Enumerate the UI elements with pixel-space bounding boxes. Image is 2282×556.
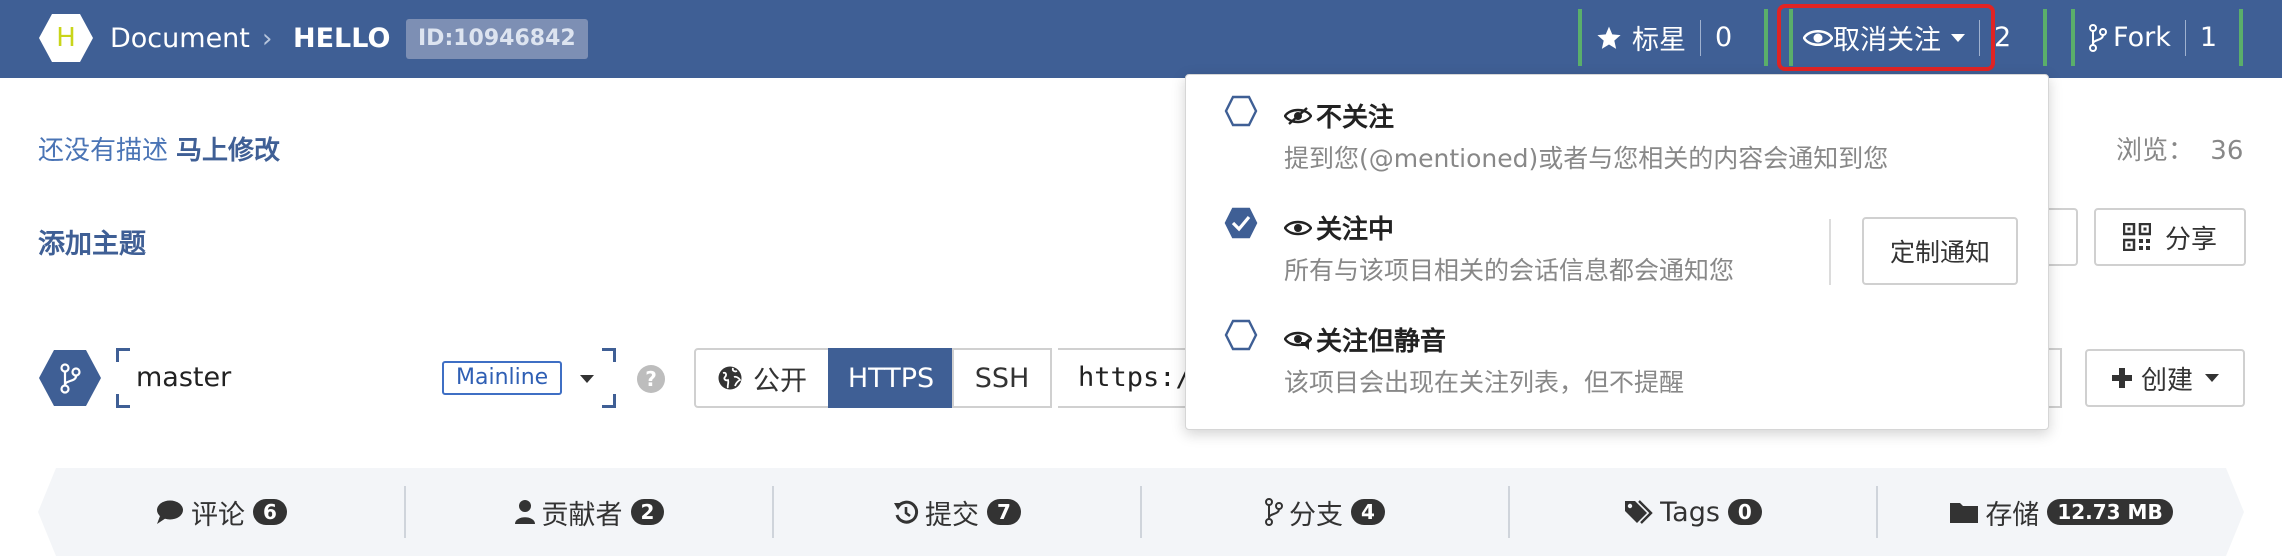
watch-count[interactable]: 2 — [1980, 9, 2025, 66]
history-icon — [893, 499, 919, 525]
stat-label: 存储 — [1985, 499, 2040, 531]
star-count[interactable]: 0 — [1701, 9, 1746, 66]
plus-icon — [2111, 368, 2132, 388]
fork-button[interactable]: Fork 1 — [2071, 9, 2243, 66]
watch-option-title: 不关注 — [1316, 103, 1395, 133]
watch-option-title: 关注中 — [1316, 215, 1395, 245]
https-tab[interactable]: HTTPS — [828, 348, 954, 408]
eye-icon — [1803, 29, 1833, 46]
star-button[interactable]: 标星 0 — [1578, 9, 1768, 66]
stat-count: 7 — [987, 499, 1021, 525]
branch-icon — [1265, 498, 1283, 526]
add-topic-link[interactable]: 添加主题 — [38, 222, 146, 261]
stat-count: 12.73 MB — [2047, 499, 2172, 525]
stat-label: 分支 — [1289, 499, 1344, 531]
comment-icon — [155, 499, 185, 525]
stat-count: 2 — [631, 499, 665, 525]
help-icon[interactable]: ? — [637, 365, 665, 393]
watch-option-unwatch[interactable]: 不关注 提到您(@mentioned)或者与您相关的内容会通知到您 — [1186, 81, 2048, 181]
repo-description: 还没有描述 马上修改 — [38, 130, 280, 167]
folder-icon — [1949, 500, 1979, 524]
public-button[interactable]: 公开 — [694, 348, 830, 408]
radio-hexagon-icon — [1224, 319, 1258, 351]
stat-branches[interactable]: 分支 4 — [1142, 486, 1510, 538]
custom-notification-button[interactable]: 定制通知 — [1862, 217, 2018, 285]
stat-label: 提交 — [925, 499, 980, 531]
watch-option-desc: 所有与该项目相关的会话信息都会通知您 — [1284, 256, 1735, 285]
eye-muted-icon — [1284, 331, 1312, 350]
avatar-letter: H — [56, 23, 76, 53]
edit-description-link[interactable]: 马上修改 — [176, 136, 280, 166]
stat-count: 0 — [1728, 499, 1762, 525]
watch-button[interactable]: 取消关注 2 — [1789, 9, 2047, 66]
tags-icon — [1624, 499, 1654, 525]
stat-tags[interactable]: Tags 0 — [1510, 486, 1878, 538]
views-label: 浏览： — [2116, 136, 2195, 166]
breadcrumb-repo-link[interactable]: HELLO — [293, 0, 390, 78]
eye-icon — [1284, 220, 1312, 235]
repo-stats-bar: 评论 6 贡献者 2 提交 7 分支 4 Tags 0 存储 12.73 MB — [38, 468, 2244, 556]
star-label: 标星 — [1632, 25, 1686, 56]
star-icon — [1597, 26, 1621, 49]
views-count: 36 — [2210, 136, 2244, 166]
dropdown-vertical-divider — [1829, 219, 1831, 285]
create-button[interactable]: 创建 — [2085, 349, 2245, 407]
share-button[interactable]: 分享 — [2094, 208, 2246, 266]
watch-option-desc: 提到您(@mentioned)或者与您相关的内容会通知到您 — [1284, 144, 1889, 173]
stat-label: 评论 — [191, 499, 246, 531]
stat-label: Tags — [1660, 496, 1720, 528]
stat-commits[interactable]: 提交 7 — [774, 486, 1142, 538]
breadcrumb-separator: › — [262, 24, 273, 54]
watch-option-muted[interactable]: 关注但静音 该项目会出现在关注列表，但不提醒 — [1186, 305, 2048, 405]
fork-label: Fork — [2113, 22, 2171, 53]
eye-slash-icon — [1284, 106, 1312, 125]
mainline-badge: Mainline — [442, 361, 563, 395]
branch-selector[interactable]: master Mainline — [116, 348, 616, 408]
watch-option-desc: 该项目会出现在关注列表，但不提醒 — [1284, 368, 1685, 397]
checked-hexagon-icon — [1224, 207, 1258, 239]
fork-count[interactable]: 1 — [2186, 9, 2231, 66]
watch-option-title: 关注但静音 — [1316, 327, 1447, 357]
chevron-down-icon — [2205, 374, 2219, 382]
chevron-down-icon — [1951, 33, 1965, 42]
repo-avatar[interactable]: H — [38, 12, 94, 64]
branch-name: master — [136, 362, 232, 393]
globe-icon — [718, 366, 742, 390]
clone-protocol-group: 公开 HTTPS SSH — [694, 348, 1052, 408]
repo-id-badge: ID:10946842 — [406, 19, 588, 59]
description-empty-text: 还没有描述 — [38, 136, 169, 166]
stat-storage[interactable]: 存储 12.73 MB — [1878, 486, 2244, 538]
create-label: 创建 — [2140, 365, 2193, 396]
stat-label: 贡献者 — [541, 499, 623, 531]
stat-count: 4 — [1351, 499, 1385, 525]
watch-dropdown-menu: 不关注 提到您(@mentioned)或者与您相关的内容会通知到您 关注中 所有… — [1185, 74, 2049, 430]
breadcrumb-owner-link[interactable]: Document — [110, 0, 250, 78]
chevron-down-icon — [580, 375, 594, 383]
stat-contributors[interactable]: 贡献者 2 — [406, 486, 774, 538]
user-icon — [514, 499, 536, 525]
share-label: 分享 — [2164, 224, 2217, 255]
stat-count: 6 — [253, 499, 287, 525]
view-count: 浏览： 36 — [2116, 130, 2243, 167]
stat-comments[interactable]: 评论 6 — [38, 486, 406, 538]
watch-label: 取消关注 — [1833, 25, 1941, 56]
top-header: H Document › HELLO ID:10946842 标星 0 取消关注… — [0, 0, 2282, 78]
public-label: 公开 — [753, 365, 807, 397]
radio-hexagon-icon — [1224, 95, 1258, 127]
ssh-tab[interactable]: SSH — [952, 348, 1052, 408]
fork-icon — [2089, 23, 2107, 52]
branch-hex-icon — [38, 348, 102, 408]
qrcode-icon — [2122, 223, 2151, 251]
